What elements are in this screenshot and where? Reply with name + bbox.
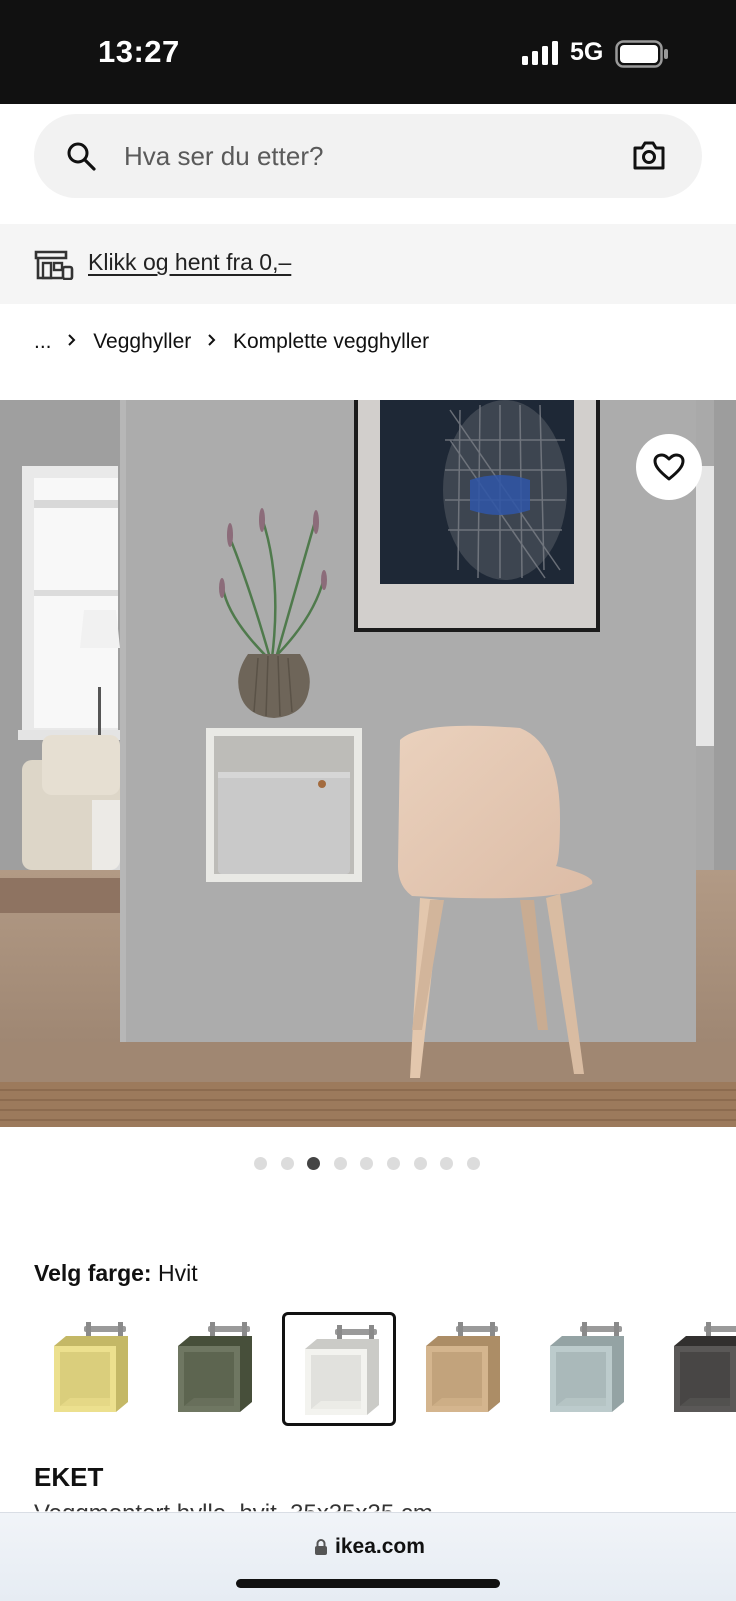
color-selected-value: Hvit bbox=[158, 1260, 198, 1286]
search-placeholder: Hva ser du etter? bbox=[124, 141, 324, 171]
product-photo bbox=[0, 400, 736, 1127]
battery-icon bbox=[615, 40, 668, 68]
carousel-dot[interactable] bbox=[466, 1157, 480, 1170]
lock-icon bbox=[315, 1539, 327, 1555]
carousel-dot[interactable] bbox=[254, 1157, 267, 1170]
carousel-dots[interactable] bbox=[254, 1157, 493, 1171]
chevron-right-icon bbox=[67, 333, 77, 352]
color-swatch[interactable] bbox=[158, 1312, 272, 1426]
carousel-dot[interactable] bbox=[440, 1157, 454, 1170]
signal-icon bbox=[522, 41, 558, 65]
network-type: 5G bbox=[570, 38, 604, 66]
click-collect-link[interactable]: Klikk og hent fra 0,– bbox=[88, 249, 291, 276]
browser-address-bar[interactable]: ikea.com bbox=[0, 1512, 736, 1601]
product-name: EKET bbox=[34, 1462, 104, 1492]
carousel-dot[interactable] bbox=[307, 1157, 321, 1170]
carousel-dot[interactable] bbox=[360, 1157, 374, 1170]
color-swatch[interactable] bbox=[406, 1312, 520, 1426]
breadcrumb-item-komplette-vegghyller[interactable]: Komplette vegghyller bbox=[233, 330, 429, 354]
carousel-dot[interactable] bbox=[333, 1157, 347, 1170]
color-label-title: Velg farge: bbox=[34, 1260, 152, 1286]
click-collect-banner[interactable]: Klikk og hent fra 0,– bbox=[0, 224, 736, 304]
color-swatches bbox=[34, 1312, 736, 1430]
breadcrumb-item-vegghyller[interactable]: Vegghyller bbox=[93, 330, 191, 354]
breadcrumb-ellipsis[interactable]: ... bbox=[34, 330, 52, 354]
browser-url: ikea.com bbox=[335, 1535, 425, 1558]
color-swatch[interactable] bbox=[530, 1312, 644, 1426]
breadcrumb: ... Vegghyller Komplette vegghyller bbox=[34, 330, 429, 354]
home-indicator[interactable] bbox=[236, 1579, 500, 1588]
chevron-right-icon bbox=[207, 333, 217, 352]
camera-icon[interactable] bbox=[632, 139, 666, 171]
store-icon bbox=[34, 250, 74, 280]
product-image[interactable] bbox=[0, 400, 736, 1127]
color-swatch[interactable] bbox=[654, 1312, 736, 1426]
status-time: 13:27 bbox=[98, 34, 180, 69]
color-swatch[interactable] bbox=[34, 1312, 148, 1426]
status-bar: 13:27 5G bbox=[0, 0, 736, 104]
search-icon bbox=[67, 142, 96, 171]
carousel-dot[interactable] bbox=[413, 1157, 427, 1170]
color-label: Velg farge: Hvit bbox=[34, 1260, 198, 1287]
carousel-dot[interactable] bbox=[386, 1157, 400, 1170]
favorite-button[interactable] bbox=[636, 434, 702, 500]
color-swatch[interactable] bbox=[282, 1312, 396, 1426]
search-input[interactable]: Hva ser du etter? bbox=[34, 114, 702, 198]
carousel-dot[interactable] bbox=[280, 1157, 294, 1170]
heart-icon bbox=[653, 453, 685, 481]
